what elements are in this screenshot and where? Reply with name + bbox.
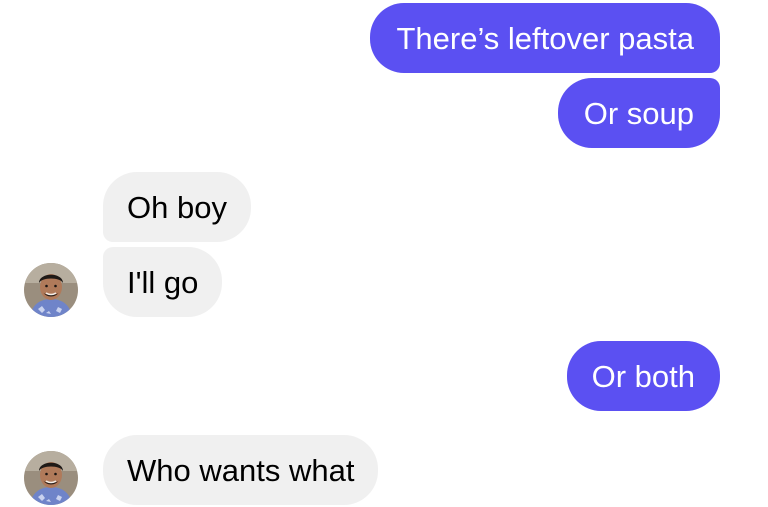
message-text: There’s leftover pasta (396, 20, 694, 56)
message-text: Oh boy (127, 189, 227, 225)
message-text: Who wants what (127, 452, 355, 488)
message-bubble-outgoing[interactable]: Or both (566, 341, 720, 411)
message-bubble-incoming[interactable]: Oh boy (103, 172, 251, 242)
contact-avatar[interactable] (24, 263, 78, 317)
message-text: I'll go (127, 264, 199, 300)
avatar-photo-icon (24, 451, 78, 505)
message-text: Or soup (583, 95, 694, 131)
message-bubble-incoming[interactable]: Who wants what (103, 435, 379, 505)
avatar-photo-icon (24, 263, 78, 317)
contact-avatar[interactable] (24, 451, 78, 505)
message-bubble-incoming[interactable]: I'll go (103, 247, 223, 317)
message-thread: There’s leftover pasta Or soup Oh boy I'… (0, 0, 768, 507)
message-bubble-outgoing[interactable]: Or soup (557, 78, 720, 148)
message-bubble-outgoing[interactable]: There’s leftover pasta (370, 3, 720, 73)
message-text: Or both (591, 358, 695, 394)
